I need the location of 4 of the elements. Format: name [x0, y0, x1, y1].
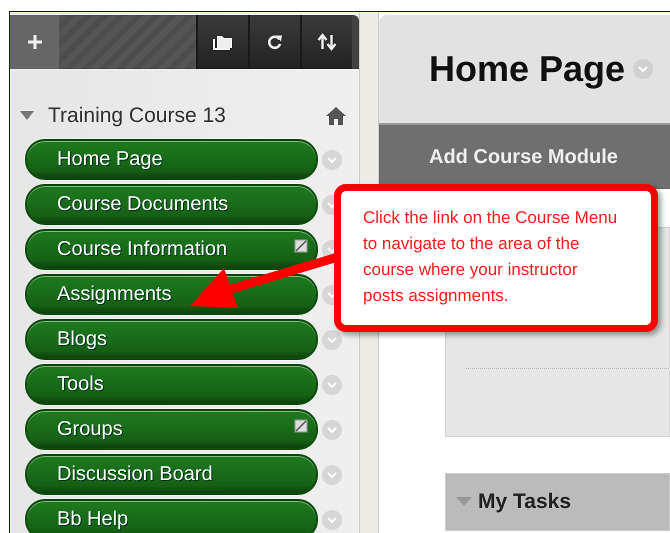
- callout-text: Click the link on the Course Menu to navigate to the area of the course where your instructor posts assignments.: [363, 207, 618, 307]
- page-title: Home Page: [429, 48, 626, 90]
- module-title: My Tasks: [478, 490, 571, 514]
- course-title: Training Course 13: [48, 104, 227, 128]
